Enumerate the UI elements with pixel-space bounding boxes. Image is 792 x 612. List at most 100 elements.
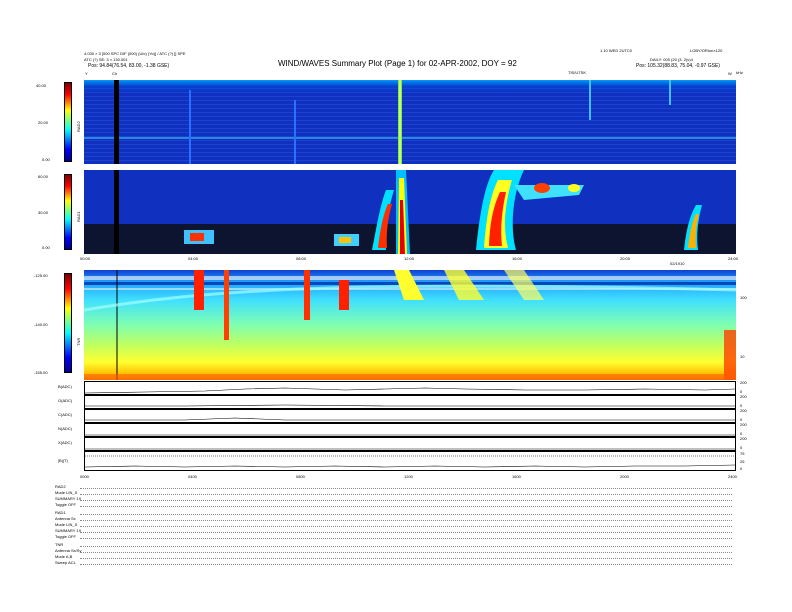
ts-panel-1 <box>84 395 736 409</box>
info-line-5: Antenna Sx <box>55 516 76 521</box>
ts-time-axis-2: 0800 <box>296 474 305 479</box>
tnr-right-tick-1: 10 <box>740 354 745 359</box>
tnr-burst-04h <box>194 270 204 310</box>
rad2-streak-4 <box>294 100 296 164</box>
time-axis-top-0: 00:00 <box>80 256 91 261</box>
info-line-1: Mode LIN_S <box>55 490 78 495</box>
info-line-2: SUMMARY 1X <box>55 496 82 501</box>
info-line-0: RAD2 <box>55 484 66 489</box>
ts-time-axis-1: 0400 <box>188 474 197 479</box>
time-axis-top-1: 04:00 <box>188 256 199 261</box>
rad1-dark-band <box>84 224 736 254</box>
info-dots-10 <box>80 552 732 553</box>
ts-label-4: X(ADC) <box>58 440 72 445</box>
ts-tick-5-1: 25 <box>740 459 745 464</box>
ts-time-axis-6: 2400 <box>728 474 737 479</box>
ts-panel-5 <box>84 451 736 471</box>
rad1-drift-hot-2 <box>568 184 580 192</box>
info-line-9: TNR <box>55 542 64 547</box>
ts-label-0: B(ADC) <box>58 384 72 389</box>
tnr-bottom-band <box>84 374 736 380</box>
info-dots-8 <box>80 538 732 539</box>
info-dots-9 <box>80 546 732 547</box>
header-top-left-line2: ATC (?) SE: 3 × 130.001 <box>84 57 128 62</box>
ts-label-3: N(ADC) <box>58 426 72 431</box>
time-axis-top-5: 20:00 <box>620 256 631 261</box>
tnr-burst-08h <box>304 270 310 320</box>
tnr-colorbar <box>64 273 72 373</box>
ts-label-2: C(ADC) <box>58 412 72 417</box>
ts-time-axis-0: 0000 <box>80 474 89 479</box>
y-marker: Y <box>85 71 88 76</box>
time-axis-top-4: 16:00 <box>512 256 523 261</box>
info-line-3: Toggle OFF <box>55 502 76 507</box>
info-line-8: Toggle OFF <box>55 534 76 539</box>
ts-tick-5-2: 0 <box>740 466 743 471</box>
ts-time-axis-3: 1200 <box>404 474 413 479</box>
rad1-patch-04h-core <box>190 233 204 241</box>
tnr-cbar-tick-1: -140.00 <box>34 322 48 327</box>
ts-tick-1-0: 200 <box>740 394 747 399</box>
tnr-cbar-tick-0: -125.00 <box>34 273 48 278</box>
rad1-patch-08h-core <box>339 237 351 243</box>
ts-panel-4 <box>84 437 736 451</box>
info-dots-3 <box>80 506 732 507</box>
info-line-4: RAD1 <box>55 510 66 515</box>
rad2-streak-2 <box>669 80 671 105</box>
tnr-cbar-tick-2: -155.00 <box>34 370 48 375</box>
info-line-10: Antenna Sx/Sy <box>55 548 82 553</box>
header-top-right-line2: DAILY: 000 (20 (3, 2(v)4 <box>650 57 693 62</box>
ts-tick-4-1: 0 <box>740 445 743 450</box>
rad1-cbar-tick-1: 30.00 <box>38 210 49 215</box>
info-dots-11 <box>80 558 732 559</box>
tnr-right-tick-0: 100 <box>740 295 747 300</box>
rad2-cbar-tick-0: 40.00 <box>36 83 47 88</box>
rad2-colorbar <box>64 82 72 162</box>
info-dots-0 <box>80 488 732 489</box>
ch-marker: Ch <box>112 71 118 76</box>
info-line-7: SUMMARY 1X <box>55 528 82 533</box>
rad1-data-gap <box>114 170 119 254</box>
ts-tick-3-0: 200 <box>740 422 747 427</box>
rad1-colorbar <box>64 174 72 250</box>
info-dots-2 <box>80 500 732 501</box>
rad1-cbar-tick-2: 0.00 <box>42 245 50 250</box>
ts-panel-2 <box>84 409 736 423</box>
tnr-ylabel: TNR <box>76 337 81 346</box>
header-top-right-pos: Pos: 105.32(88.83, 75.04, -0.97 GSE) <box>636 63 720 69</box>
tnr-spectrogram <box>84 270 736 380</box>
info-line-6: Mode LIN_S <box>55 522 78 527</box>
time-axis-top-2: 08:00 <box>296 256 307 261</box>
rad1-spectrogram <box>84 170 736 254</box>
info-dots-7 <box>80 532 732 533</box>
w-marker: W <box>728 71 732 76</box>
rad1-drift-hot-1 <box>534 183 550 193</box>
tnr-burst-09h <box>339 280 349 310</box>
ts-time-axis-4: 1600 <box>512 474 521 479</box>
info-line-12: Sweep ACL <box>55 560 76 565</box>
header-top-left-line1: 4.030 × 3 [000 SPC DIF (000) (UIc) (Yo)]… <box>84 51 186 56</box>
info-dots-12 <box>80 564 732 565</box>
header-top-left-pos: Pos: 94.84(76.54, 83.00, -1.38 GSE) <box>88 63 170 69</box>
tnr-burst-24h <box>724 330 736 380</box>
time-axis-top-3: 12:00 <box>404 256 415 261</box>
rad1-cbar-tick-0: 60.00 <box>38 174 49 179</box>
ts-label-1: O(ADC) <box>58 398 73 403</box>
right-unit: kHz <box>736 70 743 75</box>
rad2-streak-3 <box>189 90 191 164</box>
time-axis-mid-label: 02/1910 <box>670 261 685 266</box>
tnr-burst-05h <box>224 270 229 340</box>
rad2-data-gap <box>114 80 119 164</box>
info-dots-5 <box>80 520 732 521</box>
rad2-streak-1 <box>589 80 591 120</box>
ts-panel-0 <box>84 381 736 395</box>
rad1-ylabel: RAD1 <box>76 211 81 222</box>
ts-tick-4-0: 200 <box>740 436 747 441</box>
rad2-cbar-tick-1: 20.00 <box>38 120 49 125</box>
rad2-ylabel: RAD2 <box>76 121 81 132</box>
time-axis-top-6: 24:00 <box>728 256 739 261</box>
ts-tick-0-0: 200 <box>740 380 747 385</box>
ts-panel-3 <box>84 423 736 437</box>
rad2-spectrogram <box>84 80 736 164</box>
info-dots-1 <box>80 494 732 495</box>
